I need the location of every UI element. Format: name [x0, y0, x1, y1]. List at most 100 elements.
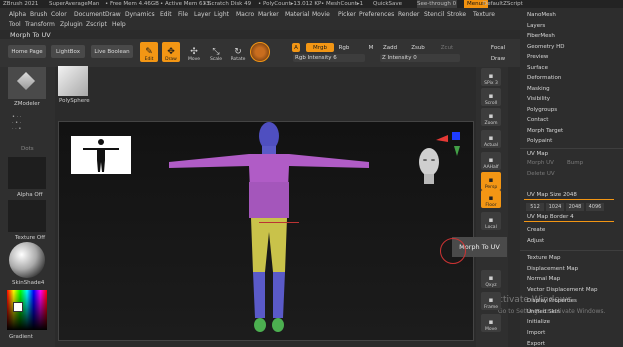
shelf-persp-button[interactable]: ▪ Persp: [481, 172, 501, 190]
palette-contact[interactable]: Contact: [527, 117, 548, 123]
a-toggle[interactable]: A: [292, 43, 300, 52]
shelf-actual-button[interactable]: ▪ Actual: [481, 130, 501, 148]
palette-nanomesh[interactable]: NanoMesh: [527, 12, 556, 18]
menu-zplugin[interactable]: Zplugin: [60, 21, 83, 28]
menu-preferences[interactable]: Preferences: [359, 11, 394, 18]
palette-morph-target[interactable]: Morph Target: [527, 128, 563, 134]
uv-size-2048[interactable]: 2048: [566, 203, 584, 211]
draw-button[interactable]: ✥ Draw: [162, 42, 180, 62]
uv-size-4096[interactable]: 4096: [586, 203, 604, 211]
mrgb-toggle[interactable]: Mrgb: [306, 43, 334, 52]
uv-map-size-label[interactable]: UV Map Size 2048: [527, 192, 577, 198]
menu-dynamics[interactable]: Dynamics: [125, 11, 155, 18]
focal-shift-slider[interactable]: Focal: [490, 44, 506, 52]
menu-transform[interactable]: Transform: [25, 21, 55, 28]
mesh-figure[interactable]: [149, 122, 389, 340]
zsub-toggle[interactable]: Zsub: [408, 43, 428, 52]
menu-movie[interactable]: Movie: [312, 11, 330, 18]
shelf-aahalf-button[interactable]: ▪ AAHalf: [481, 152, 501, 170]
menu-macro[interactable]: Macro: [236, 11, 254, 18]
material-sphere[interactable]: [9, 242, 45, 278]
menu-draw[interactable]: Draw: [105, 11, 121, 18]
palette-surface[interactable]: Surface: [527, 65, 548, 71]
adjust-button[interactable]: Adjust: [527, 238, 544, 244]
axis-gizmo-icon[interactable]: [434, 132, 464, 160]
canvas-viewport[interactable]: [58, 121, 474, 341]
menu-stencil[interactable]: Stencil: [424, 11, 444, 18]
shelf-frame-button[interactable]: ▪ Frame: [481, 292, 501, 310]
quicksave-button[interactable]: QuickSave: [373, 0, 402, 8]
menu-material[interactable]: Material: [285, 11, 309, 18]
palette-layers[interactable]: Layers: [527, 23, 545, 29]
live-boolean-button[interactable]: Live Boolean: [91, 45, 133, 58]
palette-deformation[interactable]: Deformation: [527, 75, 561, 81]
menu-layer[interactable]: Layer: [194, 11, 211, 18]
palette-initialize[interactable]: Initialize: [527, 319, 550, 325]
see-through-slider[interactable]: See-through 0: [417, 0, 457, 8]
menu-edit[interactable]: Edit: [160, 11, 172, 18]
palette-displacement-map[interactable]: Displacement Map: [527, 266, 578, 272]
palette-texture-map[interactable]: Texture Map: [527, 255, 561, 261]
shelf-qxyz-button[interactable]: ▪ Qxyz: [481, 270, 501, 288]
alpha-slot[interactable]: [8, 157, 46, 189]
palette-unified-skin[interactable]: Unified Skin: [527, 309, 560, 315]
palette-masking[interactable]: Masking: [527, 86, 550, 92]
lightbox-button[interactable]: LightBox: [51, 45, 85, 58]
polysphere-thumb[interactable]: [58, 66, 88, 96]
dots-stroke-icon[interactable]: • · · · • · · · •: [12, 114, 40, 142]
palette-export[interactable]: Export: [527, 341, 545, 347]
zcut-toggle[interactable]: Zcut: [437, 43, 457, 52]
shelf-local-button[interactable]: ▪ Local: [481, 212, 501, 230]
palette-fibermesh[interactable]: FiberMesh: [527, 33, 555, 39]
z-intensity-slider[interactable]: Z Intensity 0: [380, 54, 460, 62]
palette-display-properties[interactable]: Display Properties: [527, 298, 577, 304]
menu-brush[interactable]: Brush: [30, 11, 47, 18]
menu-light[interactable]: Light: [214, 11, 229, 18]
texture-slot[interactable]: [8, 200, 46, 232]
uv-map-header[interactable]: UV Map: [527, 151, 548, 157]
menu-tool[interactable]: Tool: [9, 21, 21, 28]
delete-uv-button[interactable]: Delete UV: [527, 171, 555, 177]
menu-picker[interactable]: Picker: [338, 11, 356, 18]
zadd-toggle[interactable]: Zadd: [380, 43, 400, 52]
material-sphere-icon[interactable]: [250, 42, 270, 62]
palette-polygroups[interactable]: Polygroups: [527, 107, 557, 113]
palette-polypaint[interactable]: Polypaint: [527, 138, 552, 144]
palette-geometry-hd[interactable]: Geometry HD: [527, 44, 565, 50]
shelf-zoom-button[interactable]: ▪ Zoom: [481, 108, 501, 126]
scale-button[interactable]: ⤡ Scale: [207, 42, 225, 62]
home-page-button[interactable]: Home Page: [8, 45, 46, 58]
shelf-move-button[interactable]: ▪ Move: [481, 314, 501, 332]
menu-zscript[interactable]: Zscript: [86, 21, 107, 28]
bump-button[interactable]: Bump: [567, 160, 583, 166]
palette-import[interactable]: Import: [527, 330, 545, 336]
move-button[interactable]: ✣ Move: [185, 42, 203, 62]
m-toggle[interactable]: M: [366, 43, 376, 52]
palette-visibility[interactable]: Visibility: [527, 96, 550, 102]
morph-uv-button[interactable]: Morph UV: [527, 160, 554, 166]
menu-stroke[interactable]: Stroke: [447, 11, 466, 18]
shelf-spix-3-button[interactable]: ▪ SPix 3: [481, 68, 501, 86]
rgb-toggle[interactable]: Rgb: [336, 43, 352, 52]
edit-button[interactable]: ✎ Edit: [140, 42, 158, 62]
rotate-button[interactable]: ↻ Rotate: [229, 42, 247, 62]
menu-texture[interactable]: Texture: [473, 11, 495, 18]
menu-document[interactable]: Document: [74, 11, 105, 18]
shelf-scroll-button[interactable]: ▪ Scroll: [481, 88, 501, 106]
shelf-floor-button[interactable]: ▪ Floor: [481, 190, 501, 208]
palette-preview[interactable]: Preview: [527, 54, 548, 60]
palette-normal-map[interactable]: Normal Map: [527, 276, 560, 282]
menu-marker[interactable]: Marker: [258, 11, 279, 18]
rgb-intensity-slider[interactable]: Rgb Intensity 6: [293, 54, 365, 62]
uv-map-size-slider[interactable]: [524, 199, 614, 200]
uv-size-1024[interactable]: 1024: [546, 203, 564, 211]
create-button[interactable]: Create: [527, 227, 545, 233]
uv-map-border-slider[interactable]: UV Map Border 4: [527, 214, 574, 220]
draw-size-slider[interactable]: Draw: [490, 55, 506, 63]
menu-file[interactable]: File: [178, 11, 188, 18]
default-zscript[interactable]: DefaultZScript: [483, 0, 523, 8]
menu-alpha[interactable]: Alpha: [9, 11, 26, 18]
palette-vector-displacement-map[interactable]: Vector Displacement Map: [527, 287, 597, 293]
menu-render[interactable]: Render: [398, 11, 419, 18]
uv-size-512[interactable]: 512: [526, 203, 544, 211]
